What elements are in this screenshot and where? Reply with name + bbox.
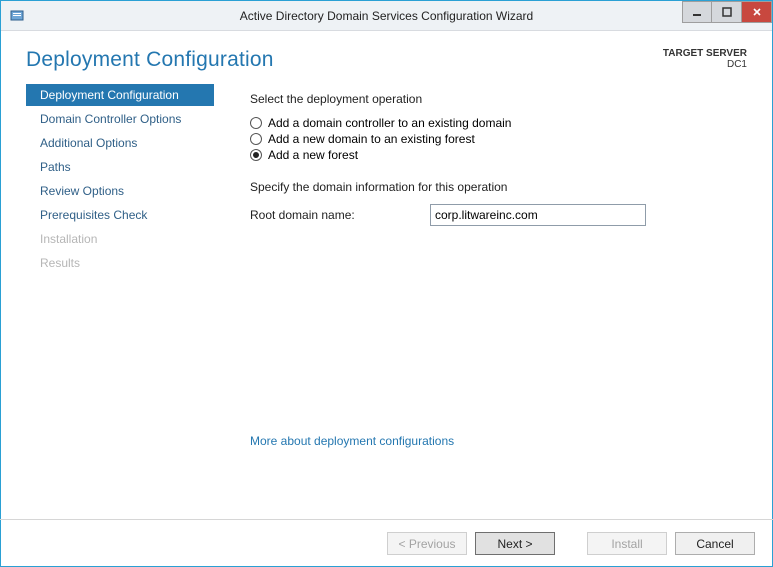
help-link-deployment-config[interactable]: More about deployment configurations [250, 434, 454, 448]
radio-add-new-forest[interactable]: Add a new forest [250, 148, 747, 162]
radio-icon [250, 117, 262, 129]
previous-button: < Previous [387, 532, 467, 555]
radio-add-dc-existing-domain[interactable]: Add a domain controller to an existing d… [250, 116, 747, 130]
root-domain-name-input[interactable] [430, 204, 646, 226]
window-controls [682, 1, 772, 23]
close-button[interactable] [742, 1, 772, 23]
window-titlebar[interactable]: Active Directory Domain Services Configu… [1, 1, 772, 31]
specify-domain-label: Specify the domain information for this … [250, 180, 747, 194]
nav-review-options[interactable]: Review Options [26, 180, 214, 202]
maximize-button[interactable] [712, 1, 742, 23]
minimize-button[interactable] [682, 1, 712, 23]
nav-domain-controller-options[interactable]: Domain Controller Options [26, 108, 214, 130]
wizard-footer: < Previous Next > Install Cancel [0, 519, 773, 567]
target-server-info: TARGET SERVER DC1 [663, 48, 747, 70]
wizard-sidebar: Deployment Configuration Domain Controll… [0, 78, 230, 519]
nav-additional-options[interactable]: Additional Options [26, 132, 214, 154]
select-operation-label: Select the deployment operation [250, 92, 747, 106]
target-server-label: TARGET SERVER [663, 48, 747, 59]
cancel-button[interactable]: Cancel [675, 532, 755, 555]
next-button[interactable]: Next > [475, 532, 555, 555]
nav-prerequisites-check[interactable]: Prerequisites Check [26, 204, 214, 226]
radio-label: Add a new domain to an existing forest [268, 132, 475, 146]
radio-icon [250, 133, 262, 145]
wizard-main-panel: Select the deployment operation Add a do… [230, 78, 773, 519]
app-icon [9, 8, 25, 24]
radio-add-domain-existing-forest[interactable]: Add a new domain to an existing forest [250, 132, 747, 146]
root-domain-name-label: Root domain name: [250, 208, 430, 222]
target-server-value: DC1 [663, 59, 747, 70]
window-title: Active Directory Domain Services Configu… [1, 9, 772, 23]
nav-deployment-configuration[interactable]: Deployment Configuration [26, 84, 214, 106]
nav-results: Results [26, 252, 214, 274]
nav-paths[interactable]: Paths [26, 156, 214, 178]
radio-label: Add a domain controller to an existing d… [268, 116, 511, 130]
radio-label: Add a new forest [268, 148, 358, 162]
install-button: Install [587, 532, 667, 555]
page-title: Deployment Configuration [26, 48, 274, 72]
radio-icon [250, 149, 262, 161]
nav-installation: Installation [26, 228, 214, 250]
